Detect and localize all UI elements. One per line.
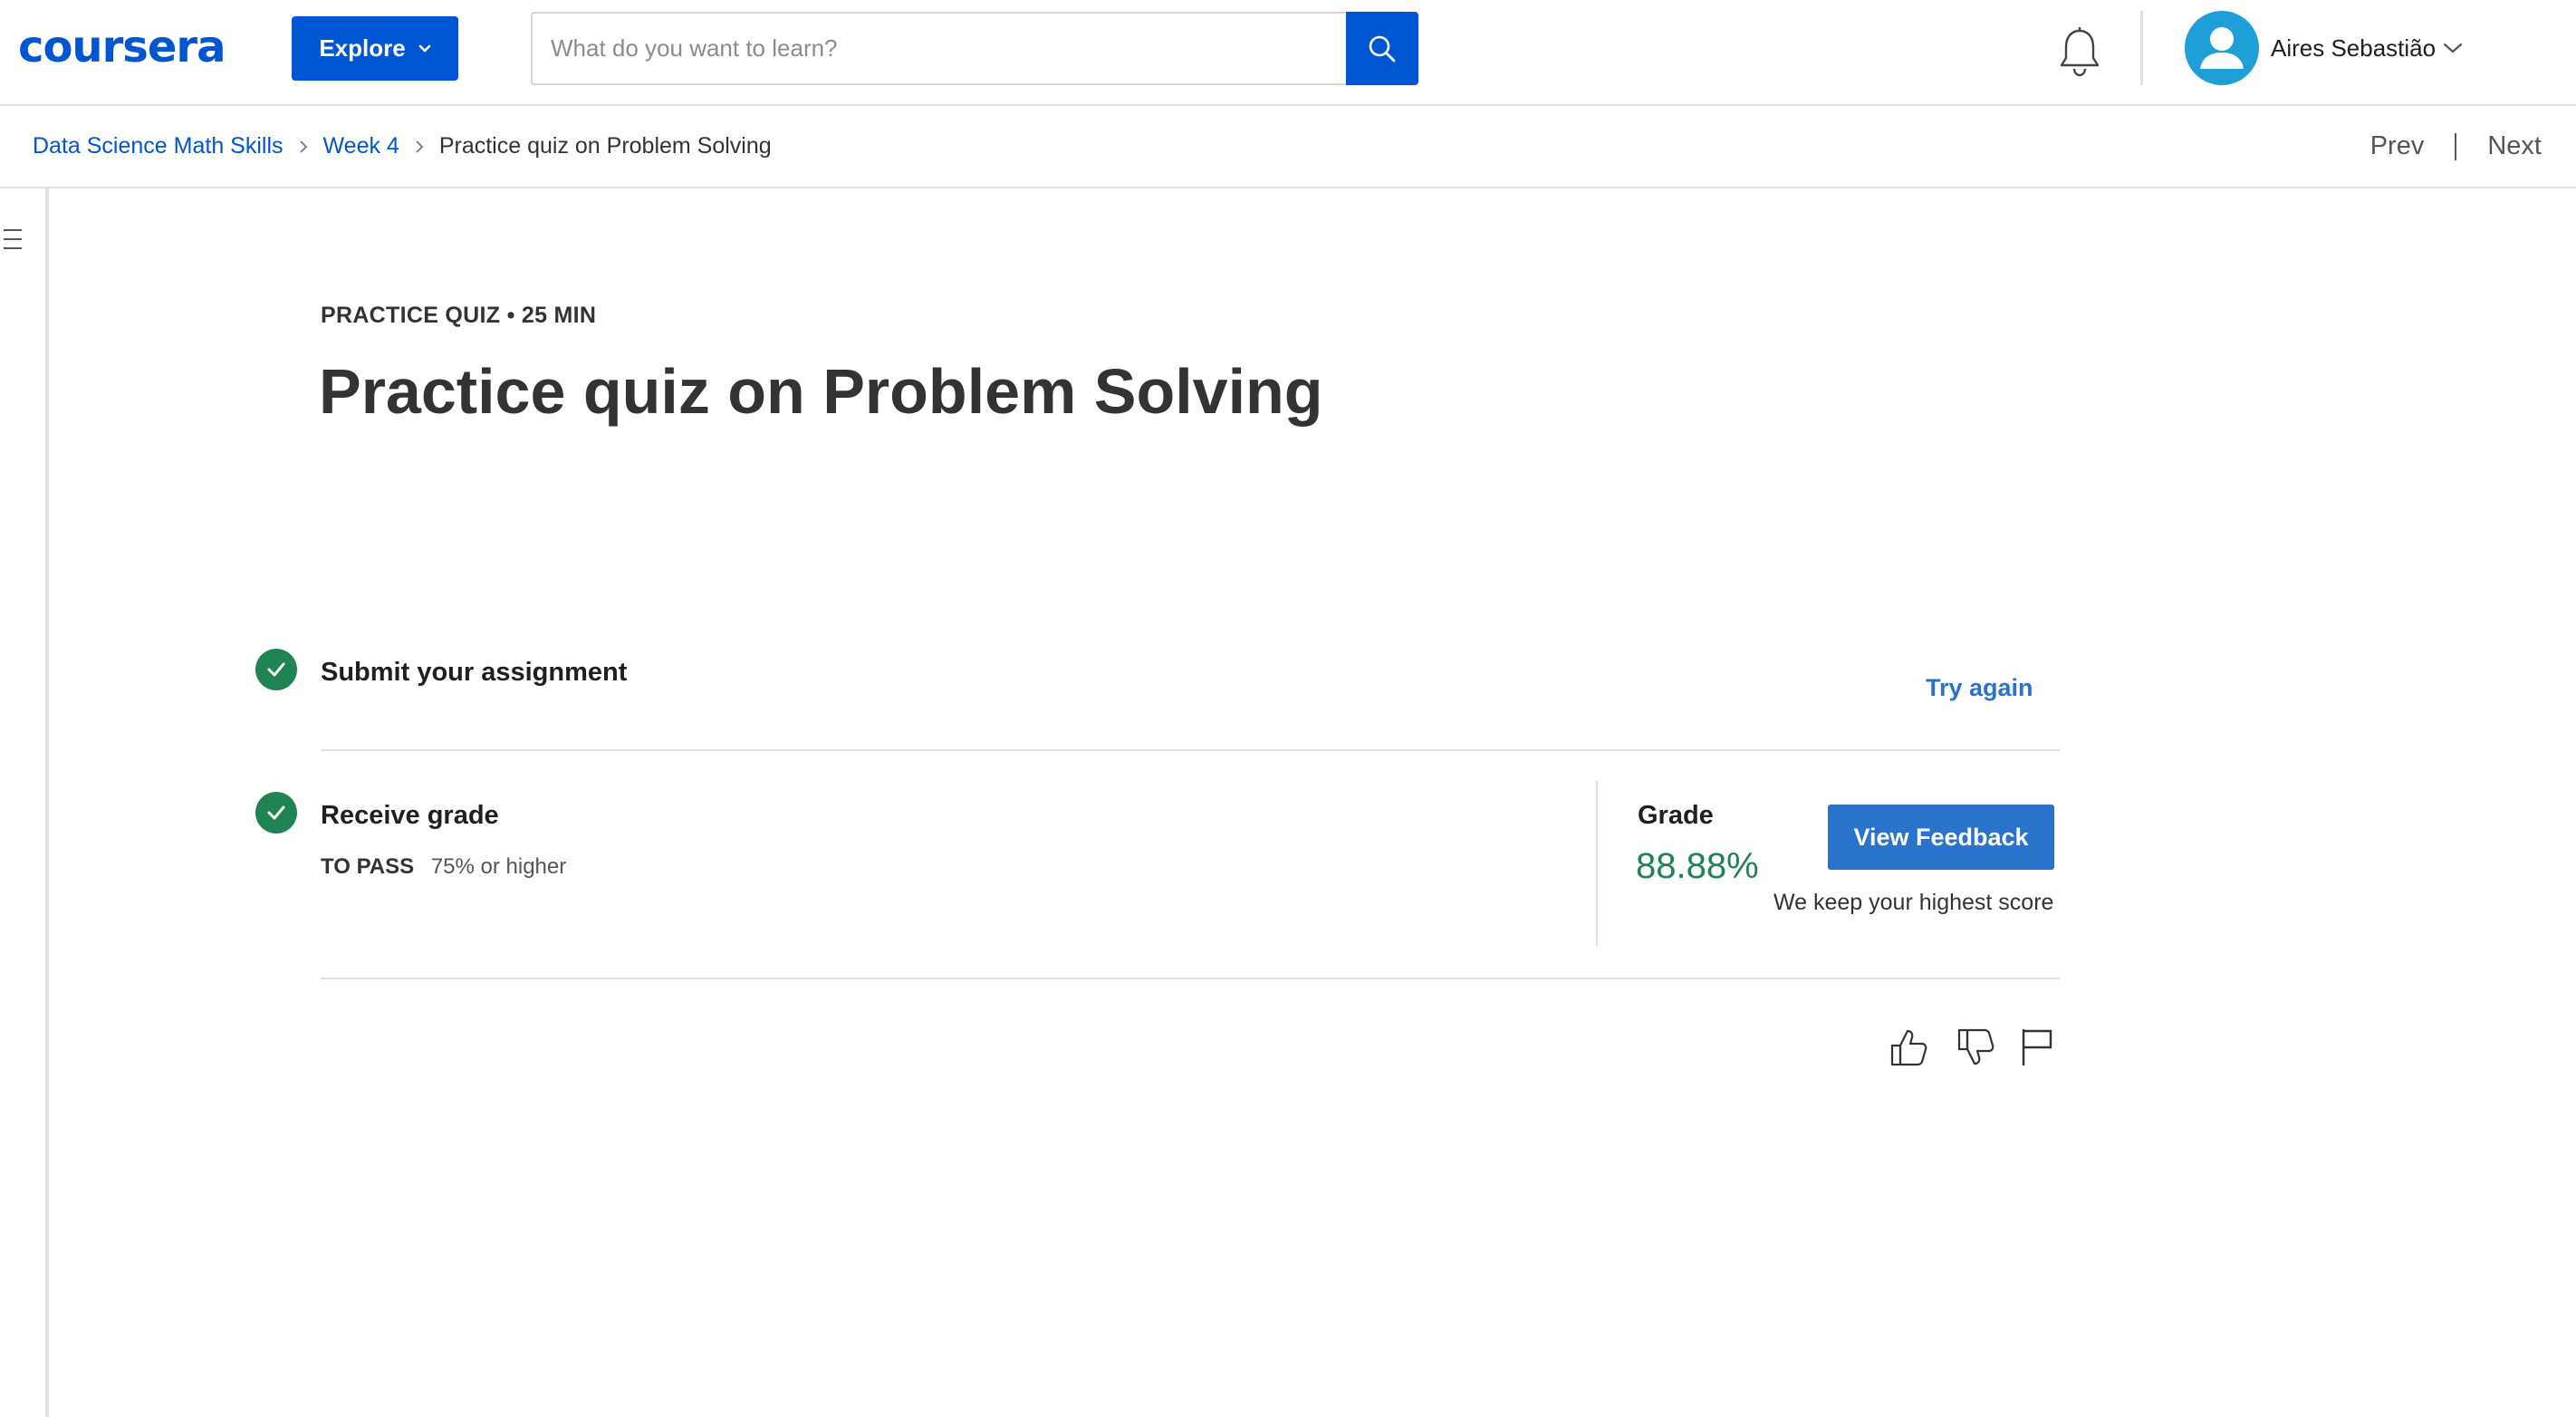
thumbs-down-icon[interactable] [1955, 1026, 1996, 1069]
check-icon [255, 792, 297, 834]
grade-label: Grade [1638, 801, 1714, 830]
divider [321, 978, 2060, 979]
to-pass-value: 75% or higher [430, 854, 567, 879]
search-bar [531, 12, 1418, 85]
breadcrumb-week-link[interactable]: Week 4 [323, 133, 399, 159]
view-feedback-button[interactable]: View Feedback [1828, 805, 2054, 870]
thumbs-up-icon[interactable] [1888, 1026, 1929, 1069]
coursera-logo[interactable]: coursera [18, 22, 226, 72]
menu-icon[interactable] [4, 227, 24, 252]
next-link[interactable]: Next [2487, 131, 2542, 161]
search-icon [1369, 35, 1396, 62]
breadcrumb: Data Science Math Skills Week 4 Practice… [33, 133, 772, 159]
to-pass-label: TO PASS [321, 854, 415, 879]
search-input[interactable] [531, 12, 1346, 85]
try-again-link[interactable]: Try again [1926, 674, 2033, 702]
grade-divider [1596, 781, 1598, 946]
explore-label: Explore [319, 34, 406, 62]
submit-step-title: Submit your assignment [321, 658, 628, 687]
chevron-right-icon [416, 140, 424, 153]
prev-next-nav: Prev Next [2370, 131, 2542, 161]
breadcrumb-course-link[interactable]: Data Science Math Skills [33, 133, 284, 159]
explore-button[interactable]: Explore [292, 16, 458, 81]
user-avatar-icon[interactable] [2185, 11, 2259, 85]
flag-icon[interactable] [2016, 1026, 2058, 1069]
prev-link[interactable]: Prev [2370, 131, 2425, 161]
divider [321, 749, 2060, 751]
check-icon [255, 649, 297, 690]
pass-requirement: TO PASS 75% or higher [321, 854, 566, 880]
side-rail [0, 188, 49, 1417]
chevron-down-icon [418, 44, 430, 52]
receive-grade-title: Receive grade [321, 801, 499, 830]
highest-score-note: We keep your highest score [1773, 890, 2054, 915]
nav-divider [2455, 132, 2457, 160]
page-title: Practice quiz on Problem Solving [319, 356, 1323, 427]
top-header: coursera Explore Aires Sebastião [0, 0, 2576, 106]
quiz-meta: PRACTICE QUIZ • 25 MIN [321, 303, 597, 328]
breadcrumb-current: Practice quiz on Problem Solving [438, 133, 772, 159]
chevron-right-icon [299, 140, 307, 153]
breadcrumb-bar: Data Science Math Skills Week 4 Practice… [0, 106, 2576, 188]
user-name[interactable]: Aires Sebastião [2271, 34, 2436, 63]
bell-icon[interactable] [2056, 25, 2103, 80]
search-button[interactable] [1346, 12, 1418, 85]
chevron-down-icon[interactable] [2442, 40, 2464, 56]
grade-value: 88.88% [1636, 846, 1759, 886]
header-divider [2140, 11, 2143, 85]
